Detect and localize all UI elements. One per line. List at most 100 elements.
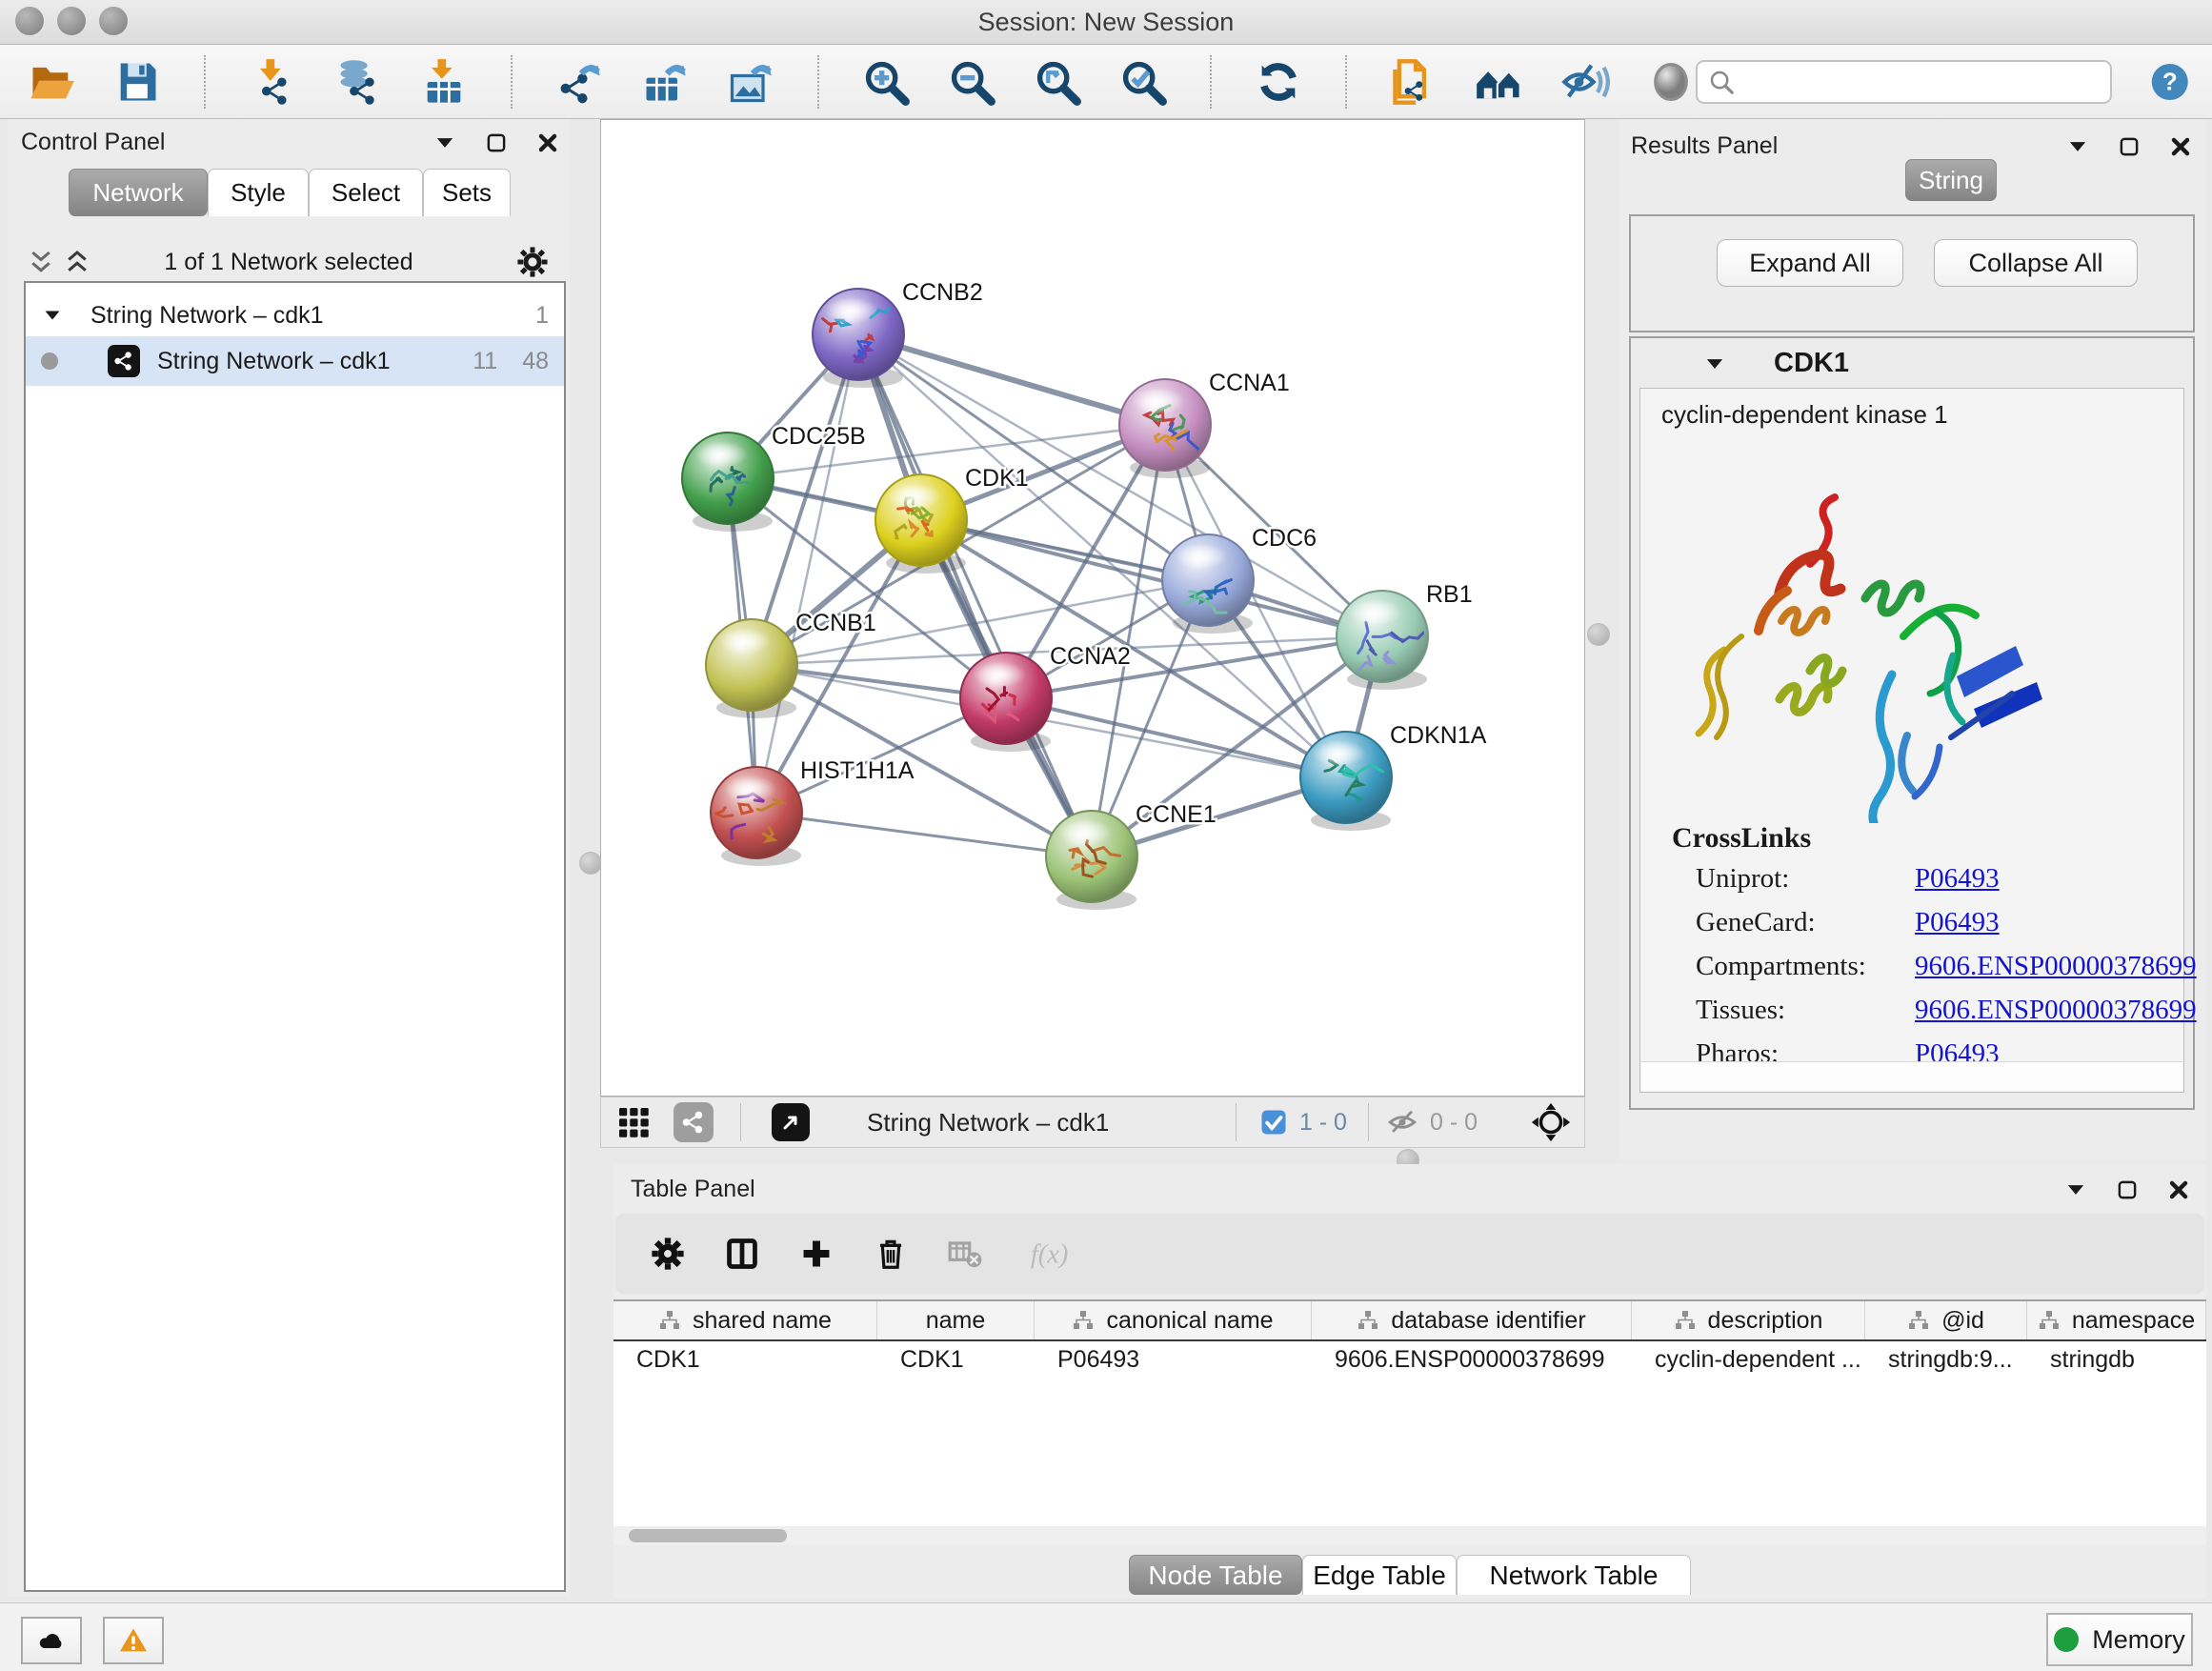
control-panel-title: Control Panel bbox=[21, 129, 165, 156]
crosslink-label: Uniprot: bbox=[1696, 863, 1789, 895]
column-header--id[interactable]: @id bbox=[1865, 1301, 2027, 1339]
panel-float-icon[interactable] bbox=[2117, 134, 2142, 159]
node-label: CCNB1 bbox=[795, 610, 876, 636]
node-label: CCNA2 bbox=[1050, 643, 1131, 670]
warnings-button[interactable] bbox=[103, 1617, 164, 1664]
export-table-icon[interactable] bbox=[640, 57, 690, 107]
table-header-row: shared namenamecanonical namedatabase id… bbox=[613, 1301, 2206, 1341]
string-home-icon[interactable] bbox=[1475, 57, 1524, 107]
gene-name: CDK1 bbox=[1774, 348, 1849, 379]
crosslink-link[interactable]: P06493 bbox=[1915, 863, 2000, 895]
delete-column-icon[interactable] bbox=[873, 1236, 909, 1272]
table-scroll-thumb[interactable] bbox=[629, 1529, 787, 1542]
tab-select[interactable]: Select bbox=[309, 169, 423, 216]
tab-edge-table[interactable]: Edge Table bbox=[1302, 1555, 1457, 1595]
column-network-icon bbox=[1357, 1309, 1379, 1332]
crosslink-link[interactable]: 9606.ENSP00000378699 bbox=[1915, 951, 2197, 982]
panel-close-icon[interactable] bbox=[535, 131, 560, 155]
column-header-canonical-name[interactable]: canonical name bbox=[1035, 1301, 1312, 1339]
expand-all-button[interactable]: Expand All bbox=[1717, 239, 1903, 287]
zoom-out-icon[interactable] bbox=[947, 57, 996, 107]
panel-collapse-icon[interactable] bbox=[2063, 1178, 2088, 1202]
edge-CCNB2-HIST1H1A[interactable] bbox=[756, 334, 858, 813]
tab-network-table[interactable]: Network Table bbox=[1457, 1555, 1691, 1595]
export-image-icon[interactable] bbox=[726, 57, 775, 107]
tab-string[interactable]: String bbox=[1905, 159, 1997, 201]
panel-collapse-icon[interactable] bbox=[2065, 134, 2090, 159]
gene-expander-icon[interactable] bbox=[1702, 352, 1727, 376]
table-tabs: Node TableEdge TableNetwork Table bbox=[613, 1555, 2206, 1595]
edge-CCNA2-CDKN1A[interactable] bbox=[1006, 698, 1346, 777]
hide-eye-icon[interactable] bbox=[1560, 57, 1610, 107]
gene-header[interactable]: CDK1 bbox=[1631, 338, 2193, 388]
refresh-view-icon[interactable] bbox=[1254, 57, 1303, 107]
left-splitter-handle[interactable] bbox=[579, 852, 602, 875]
table-cell: cyclin-dependent ... bbox=[1632, 1341, 1865, 1378]
import-table-icon[interactable] bbox=[419, 57, 469, 107]
grid-view-icon[interactable] bbox=[616, 1105, 651, 1139]
table-row[interactable]: CDK1CDK1P064939606.ENSP00000378699cyclin… bbox=[613, 1341, 2206, 1378]
string-view-icon[interactable] bbox=[674, 1102, 714, 1142]
export-network-icon[interactable] bbox=[554, 57, 604, 107]
tab-node-table[interactable]: Node Table bbox=[1129, 1555, 1302, 1595]
crosslink-link[interactable]: 9606.ENSP00000378699 bbox=[1915, 995, 2197, 1026]
table-settings-gear-icon[interactable] bbox=[650, 1236, 686, 1272]
save-session-icon[interactable] bbox=[112, 57, 162, 107]
tab-style[interactable]: Style bbox=[208, 169, 309, 216]
tree-expander-icon[interactable] bbox=[41, 304, 64, 327]
network-status-dot bbox=[41, 352, 58, 370]
results-scrollbar[interactable] bbox=[1641, 1061, 2182, 1091]
network-graph[interactable]: CCNB2CCNA1CDC25BCDK1CDC6RB1CCNB1CCNA2CDK… bbox=[601, 120, 1584, 1096]
node-label: CCNB2 bbox=[902, 279, 983, 306]
column-header-description[interactable]: description bbox=[1632, 1301, 1865, 1339]
column-header-database-identifier[interactable]: database identifier bbox=[1312, 1301, 1632, 1339]
panel-close-icon[interactable] bbox=[2166, 1178, 2191, 1202]
birdseye-view-icon[interactable] bbox=[772, 1103, 810, 1141]
crosslink-link[interactable]: P06493 bbox=[1915, 907, 2000, 938]
table-cell: P06493 bbox=[1035, 1341, 1312, 1378]
panel-close-icon[interactable] bbox=[2168, 134, 2193, 159]
search-input[interactable] bbox=[1696, 60, 2112, 104]
column-header-shared-name[interactable]: shared name bbox=[613, 1301, 877, 1339]
panel-float-icon[interactable] bbox=[2115, 1178, 2140, 1202]
panel-float-icon[interactable] bbox=[484, 131, 509, 155]
column-header-name[interactable]: name bbox=[877, 1301, 1035, 1339]
node-CCNE1[interactable]: CCNE1 bbox=[1046, 801, 1217, 910]
column-header-namespace[interactable]: namespace bbox=[2027, 1301, 2206, 1339]
hidden-count: 0 - 0 bbox=[1430, 1109, 1478, 1137]
node-CCNB1[interactable]: CCNB1 bbox=[706, 610, 876, 718]
panel-collapse-icon[interactable] bbox=[432, 131, 457, 155]
cloud-button[interactable] bbox=[21, 1617, 82, 1664]
open-file-icon[interactable] bbox=[27, 57, 76, 107]
network-row[interactable]: String Network – cdk1 11 48 bbox=[26, 336, 564, 386]
zoom-fit-icon[interactable] bbox=[1033, 57, 1082, 107]
share-document-icon[interactable] bbox=[1389, 57, 1438, 107]
tab-network[interactable]: Network bbox=[69, 169, 208, 216]
zoom-in-icon[interactable] bbox=[861, 57, 911, 107]
network-collection-row[interactable]: String Network – cdk1 1 bbox=[26, 294, 564, 336]
collapse-all-button[interactable]: Collapse All bbox=[1934, 239, 2138, 287]
edge-HIST1H1A-CCNE1[interactable] bbox=[756, 813, 1092, 856]
network-canvas[interactable]: CCNB2CCNA1CDC25BCDK1CDC6RB1CCNB1CCNA2CDK… bbox=[600, 119, 1585, 1097]
memory-button[interactable]: Memory bbox=[2046, 1613, 2193, 1666]
network-collection-count: 1 bbox=[535, 302, 549, 330]
add-column-icon[interactable] bbox=[798, 1236, 835, 1272]
node-CCNA2[interactable]: CCNA2 bbox=[960, 643, 1131, 752]
node-HIST1H1A[interactable]: HIST1H1A bbox=[711, 757, 915, 866]
node-RB1[interactable]: RB1 bbox=[1337, 581, 1473, 690]
split-columns-icon[interactable] bbox=[724, 1236, 760, 1272]
node-CDKN1A[interactable]: CDKN1A bbox=[1300, 722, 1487, 831]
tab-sets[interactable]: Sets bbox=[423, 169, 511, 216]
network-options-gear-icon[interactable] bbox=[516, 246, 549, 278]
node-CDK1[interactable]: CDK1 bbox=[875, 465, 1029, 574]
node-CDC6[interactable]: CDC6 bbox=[1162, 525, 1317, 634]
selected-checkbox-icon[interactable] bbox=[1259, 1108, 1288, 1137]
edge-CCNB2-CCNA1[interactable] bbox=[858, 334, 1165, 425]
import-network-file-icon[interactable] bbox=[248, 57, 297, 107]
import-network-database-icon[interactable] bbox=[333, 57, 383, 107]
help-button[interactable]: ? bbox=[2150, 59, 2189, 105]
sphere-eye-icon[interactable] bbox=[1646, 57, 1696, 107]
zoom-selected-icon[interactable] bbox=[1118, 57, 1168, 107]
right-splitter-handle[interactable] bbox=[1587, 623, 1610, 646]
fit-selected-crosshair-icon[interactable] bbox=[1531, 1102, 1571, 1142]
